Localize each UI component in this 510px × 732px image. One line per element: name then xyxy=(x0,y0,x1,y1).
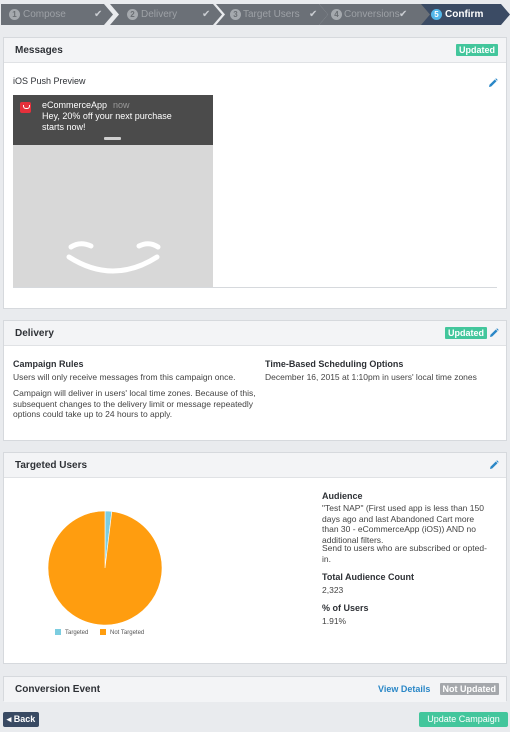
progress-stepper: 1 Compose ✔ 2 Delivery ✔ 3 Target Users … xyxy=(0,0,510,28)
legend-swatch-not-targeted xyxy=(100,629,106,635)
targeted-users-panel: Targeted Users Targeted Not Targeted Aud… xyxy=(3,452,507,664)
push-notification-banner: eCommerceApp now Hey, 20% off your next … xyxy=(13,95,213,145)
conversion-event-panel: Conversion Event View Details Not Update… xyxy=(3,676,507,702)
divider xyxy=(13,287,497,288)
total-audience-label: Total Audience Count xyxy=(322,572,414,582)
smile-illustration xyxy=(66,241,161,274)
conversion-event-title: Conversion Event xyxy=(15,684,101,695)
audience-label: Audience xyxy=(322,491,363,501)
percent-users-label: % of Users xyxy=(322,603,369,613)
scheduling-text: December 16, 2015 at 1:10pm in users' lo… xyxy=(265,372,477,382)
targeted-users-title: Targeted Users xyxy=(15,460,88,471)
pencil-icon[interactable] xyxy=(489,460,499,470)
step-compose-label: Compose xyxy=(23,9,66,20)
delivery-title: Delivery xyxy=(15,328,54,339)
conversion-event-header: Conversion Event View Details Not Update… xyxy=(4,677,506,702)
subscription-text: Send to users who are subscribed or opte… xyxy=(322,543,487,564)
pencil-icon[interactable] xyxy=(489,328,499,338)
check-icon: ✔ xyxy=(399,9,408,20)
step-confirm-label: Confirm xyxy=(445,9,484,20)
targeted-users-header: Targeted Users xyxy=(4,453,506,478)
notification-message: Hey, 20% off your next purchase starts n… xyxy=(42,111,172,132)
notification-time: now xyxy=(113,100,130,110)
messages-header: Messages Updated xyxy=(4,38,506,63)
campaign-rules-text: Users will only receive messages from th… xyxy=(13,372,236,382)
step-delivery-label: Delivery xyxy=(141,9,178,20)
update-campaign-button[interactable]: Update Campaign xyxy=(419,712,508,727)
total-audience-value: 2,323 xyxy=(322,585,344,595)
ios-push-preview-label: iOS Push Preview xyxy=(13,76,86,86)
pencil-icon[interactable] xyxy=(488,78,498,88)
step-conversions-label: Conversions xyxy=(344,9,400,20)
legend-label-targeted: Targeted xyxy=(65,630,89,636)
app-icon xyxy=(20,102,31,113)
step-delivery[interactable]: 2 Delivery ✔ xyxy=(110,4,222,25)
check-icon: ✔ xyxy=(94,9,103,20)
view-details-link[interactable]: View Details xyxy=(378,684,430,694)
step-conversions[interactable]: 4 Conversions ✔ xyxy=(319,4,431,25)
messages-title: Messages xyxy=(15,45,63,56)
step-confirm[interactable]: 5 Confirm xyxy=(421,4,510,25)
notification-handle xyxy=(104,137,121,140)
step-delivery-number: 2 xyxy=(127,9,138,20)
percent-users-value: 1.91% xyxy=(322,616,347,626)
audience-text: "Test NAP" (First used app is less than … xyxy=(322,503,484,545)
step-target-users[interactable]: 3 Target Users ✔ xyxy=(216,4,328,25)
back-button[interactable]: ◂ Back xyxy=(3,712,39,727)
delivery-panel: Delivery Updated Campaign Rules Users wi… xyxy=(3,320,507,441)
step-target-users-number: 3 xyxy=(230,9,241,20)
legend-swatch-targeted xyxy=(55,629,61,635)
campaign-rules-label: Campaign Rules xyxy=(13,359,84,369)
pie-slice-not-targeted xyxy=(47,510,163,626)
scheduling-label: Time-Based Scheduling Options xyxy=(265,359,404,369)
timezone-note: Campaign will deliver in users' local ti… xyxy=(13,388,256,419)
delivery-status-badge: Updated xyxy=(445,327,487,339)
step-target-users-label: Target Users xyxy=(243,9,300,20)
legend-label-not-targeted: Not Targeted xyxy=(110,630,145,636)
step-compose[interactable]: 1 Compose ✔ xyxy=(1,4,113,25)
notification-app-name: eCommerceApp xyxy=(42,100,108,110)
ios-push-preview: eCommerceApp now Hey, 20% off your next … xyxy=(13,95,213,287)
messages-panel: Messages Updated iOS Push Preview eComme… xyxy=(3,37,507,309)
step-confirm-number: 5 xyxy=(431,9,442,20)
audience-pie-chart xyxy=(47,510,163,626)
step-conversions-number: 4 xyxy=(331,9,342,20)
check-icon: ✔ xyxy=(202,9,211,20)
step-compose-number: 1 xyxy=(9,9,20,20)
check-icon: ✔ xyxy=(309,9,318,20)
delivery-header: Delivery Updated xyxy=(4,321,506,346)
conversion-status-badge: Not Updated xyxy=(439,683,499,695)
messages-status-badge: Updated xyxy=(456,44,498,56)
